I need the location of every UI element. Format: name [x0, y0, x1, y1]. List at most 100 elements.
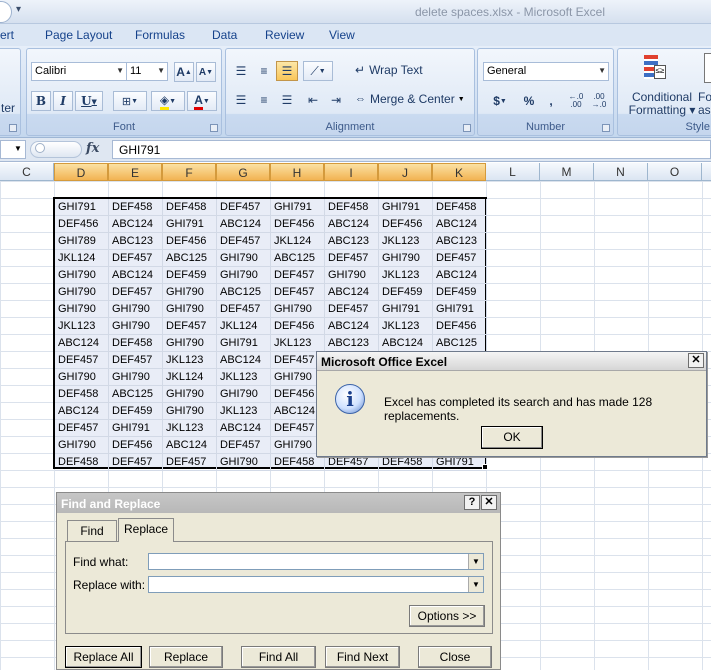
- cell[interactable]: GHI790: [55, 437, 109, 454]
- merge-center-button[interactable]: ⇔ Merge & Center ▼: [355, 92, 465, 106]
- chevron-down-icon[interactable]: ▼: [468, 577, 483, 592]
- cell[interactable]: GHI790: [109, 301, 163, 318]
- cell[interactable]: GHI790: [163, 386, 217, 403]
- tab-view[interactable]: View: [329, 28, 355, 42]
- column-header[interactable]: E: [108, 163, 162, 181]
- align-middle-button[interactable]: ≡: [253, 61, 275, 81]
- tab-find[interactable]: Find: [67, 520, 117, 541]
- cell[interactable]: GHI791: [109, 420, 163, 437]
- conditional-formatting-button[interactable]: Conditional Formatting ▾: [622, 91, 702, 117]
- cell[interactable]: JKL123: [379, 267, 433, 284]
- cell[interactable]: ABC123: [109, 233, 163, 250]
- cell[interactable]: ABC125: [109, 386, 163, 403]
- cell[interactable]: DEF457: [163, 454, 217, 471]
- cell[interactable]: ABC124: [433, 267, 487, 284]
- cell[interactable]: GHI791: [379, 199, 433, 216]
- font-launcher-icon[interactable]: [210, 124, 218, 132]
- cell[interactable]: DEF456: [379, 216, 433, 233]
- cell[interactable]: ABC124: [433, 216, 487, 233]
- tab-insert[interactable]: ert: [0, 28, 14, 42]
- cell[interactable]: JKL123: [163, 352, 217, 369]
- insert-function-button[interactable]: fx: [86, 141, 99, 156]
- cell[interactable]: JKL124: [55, 250, 109, 267]
- cell[interactable]: ABC125: [163, 250, 217, 267]
- column-header[interactable]: N: [594, 163, 648, 181]
- cell[interactable]: ABC124: [325, 216, 379, 233]
- column-header[interactable]: C: [0, 163, 54, 181]
- column-header[interactable]: L: [486, 163, 540, 181]
- cell[interactable]: JKL123: [217, 403, 271, 420]
- formula-input[interactable]: GHI791: [112, 140, 711, 159]
- decrease-indent-button[interactable]: ⇤: [302, 90, 324, 110]
- column-header[interactable]: M: [540, 163, 594, 181]
- paste-label-partial[interactable]: ter: [1, 101, 15, 115]
- font-name-combo[interactable]: Calibri ▼: [31, 62, 127, 81]
- cell[interactable]: DEF459: [163, 267, 217, 284]
- underline-button[interactable]: U ▼: [75, 91, 103, 111]
- cell[interactable]: ABC124: [163, 437, 217, 454]
- cell[interactable]: DEF458: [55, 454, 109, 471]
- close-icon[interactable]: ✕: [481, 495, 497, 510]
- tab-page-layout[interactable]: Page Layout: [45, 28, 112, 42]
- tab-replace[interactable]: Replace: [118, 518, 174, 542]
- cell[interactable]: ABC123: [325, 233, 379, 250]
- align-right-button[interactable]: ☰: [276, 90, 298, 110]
- cell[interactable]: ABC125: [433, 335, 487, 352]
- cell[interactable]: DEF457: [55, 352, 109, 369]
- cell[interactable]: DEF456: [433, 318, 487, 335]
- cell[interactable]: JKL124: [217, 318, 271, 335]
- cell[interactable]: DEF458: [55, 386, 109, 403]
- cell[interactable]: GHI790: [325, 267, 379, 284]
- cell[interactable]: JKL123: [271, 335, 325, 352]
- replace-button[interactable]: Replace: [149, 646, 223, 668]
- bold-button[interactable]: B: [31, 91, 51, 111]
- comma-button[interactable]: ,: [541, 91, 561, 111]
- cell[interactable]: DEF457: [109, 454, 163, 471]
- cell[interactable]: GHI790: [55, 301, 109, 318]
- cell[interactable]: DEF457: [433, 250, 487, 267]
- cell[interactable]: DEF456: [163, 233, 217, 250]
- cell[interactable]: DEF457: [109, 250, 163, 267]
- column-header[interactable]: K: [432, 163, 486, 181]
- quick-access-dropdown-icon[interactable]: ▾: [16, 4, 21, 15]
- orientation-button[interactable]: ⟋ ▼: [303, 61, 333, 81]
- borders-button[interactable]: ⊞ ▼: [113, 91, 147, 111]
- cell[interactable]: ABC124: [217, 420, 271, 437]
- cell[interactable]: GHI790: [163, 301, 217, 318]
- cell[interactable]: JKL123: [379, 318, 433, 335]
- replace-all-button[interactable]: Replace All: [65, 646, 142, 668]
- cell[interactable]: DEF457: [217, 437, 271, 454]
- cell[interactable]: JKL123: [379, 233, 433, 250]
- cell[interactable]: DEF457: [217, 199, 271, 216]
- office-button[interactable]: ▾: [0, 0, 28, 24]
- cell[interactable]: GHI789: [55, 233, 109, 250]
- cell[interactable]: ABC124: [55, 335, 109, 352]
- cell[interactable]: DEF456: [271, 318, 325, 335]
- cell[interactable]: GHI790: [55, 267, 109, 284]
- cell[interactable]: GHI790: [379, 250, 433, 267]
- alignment-launcher-icon[interactable]: [463, 124, 471, 132]
- align-center-button[interactable]: ≡: [253, 90, 275, 110]
- decrease-decimal-button[interactable]: .00 →.0: [588, 91, 610, 111]
- cell[interactable]: DEF459: [433, 284, 487, 301]
- cell[interactable]: DEF459: [109, 403, 163, 420]
- format-as-table-button[interactable]: Fo as T: [698, 91, 711, 117]
- increase-decimal-button[interactable]: ←.0.00: [565, 91, 587, 111]
- cell[interactable]: DEF459: [379, 284, 433, 301]
- cell[interactable]: DEF458: [325, 199, 379, 216]
- tab-formulas[interactable]: Formulas: [135, 28, 185, 42]
- cell[interactable]: DEF457: [109, 284, 163, 301]
- cell[interactable]: JKL123: [163, 420, 217, 437]
- find-all-button[interactable]: Find All: [241, 646, 316, 668]
- close-icon[interactable]: ✕: [688, 353, 704, 368]
- close-button[interactable]: Close: [418, 646, 492, 668]
- grow-font-button[interactable]: A ▲: [174, 62, 194, 82]
- cell[interactable]: ABC124: [109, 267, 163, 284]
- italic-button[interactable]: I: [53, 91, 73, 111]
- cell[interactable]: ABC124: [217, 352, 271, 369]
- column-header[interactable]: O: [648, 163, 702, 181]
- column-header[interactable]: F: [162, 163, 216, 181]
- font-color-button[interactable]: A ▼: [187, 91, 217, 111]
- cell[interactable]: GHI790: [217, 267, 271, 284]
- column-header[interactable]: D: [54, 163, 108, 181]
